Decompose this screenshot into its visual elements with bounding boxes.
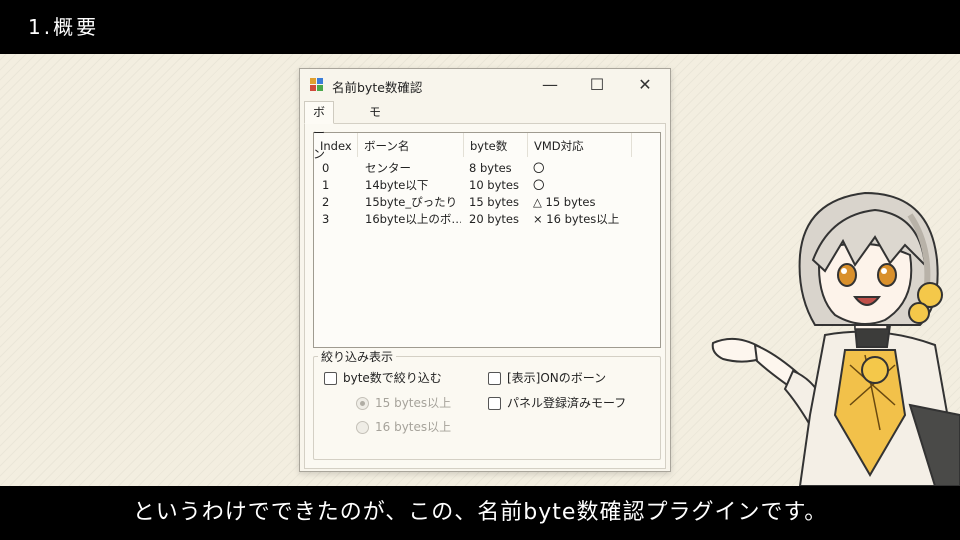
cell-name: 16byte以上のボ…: [365, 212, 461, 226]
cell-vmd: 〇: [533, 178, 545, 192]
byte-filter-label: byte数で絞り込む: [343, 371, 442, 385]
table-row[interactable]: 2 15byte_ぴったり 15 bytes △ 15 bytes: [314, 194, 660, 211]
window-title: 名前byte数確認: [332, 80, 423, 95]
slide-heading: 1.概要: [28, 15, 100, 39]
cell-vmd: 〇: [533, 161, 545, 175]
cell-name: 15byte_ぴったり: [365, 195, 458, 209]
cell-vmd: △ 15 bytes: [533, 195, 596, 209]
subtitle-text: というわけでできたのが、この、名前byte数確認プラグインです。: [132, 500, 828, 525]
app-window: 名前byte数確認 — ☐ ✕ ボーン モーフ Index ボーン名 byte数…: [299, 68, 671, 472]
panel-morphs-checkbox[interactable]: パネル登録済みモーフ: [488, 394, 638, 412]
checkbox-box[interactable]: [324, 372, 337, 385]
column-header-bytes[interactable]: byte数: [464, 133, 528, 157]
radio-16-label: 16 bytes以上: [375, 420, 452, 434]
panel-morphs-label: パネル登録済みモーフ: [507, 396, 627, 410]
table-row[interactable]: 3 16byte以上のボ… 20 bytes × 16 bytes以上: [314, 211, 660, 228]
radio-15-bytes[interactable]: 15 bytes以上: [356, 394, 476, 412]
cell-index: 1: [322, 178, 330, 192]
cell-name: センター: [365, 161, 411, 175]
cell-index: 0: [322, 161, 330, 175]
byte-filter-checkbox[interactable]: byte数で絞り込む: [324, 369, 464, 387]
list-header: Index ボーン名 byte数 VMD対応: [314, 133, 660, 157]
cell-bytes: 8 bytes: [469, 161, 512, 175]
radio-dot[interactable]: [356, 397, 369, 410]
visible-bones-checkbox[interactable]: [表示]ONのボーン: [488, 369, 638, 387]
radio-dot[interactable]: [356, 421, 369, 434]
radio-16-bytes[interactable]: 16 bytes以上: [356, 418, 476, 436]
visible-bones-label: [表示]ONのボーン: [507, 371, 607, 385]
checkbox-box[interactable]: [488, 397, 501, 410]
table-row[interactable]: 1 14byte以下 10 bytes 〇: [314, 177, 660, 194]
column-header-name[interactable]: ボーン名: [358, 133, 464, 157]
title-bar[interactable]: 名前byte数確認 — ☐ ✕: [300, 69, 670, 101]
close-button[interactable]: ✕: [625, 73, 665, 97]
tab-bones[interactable]: ボーン: [304, 101, 335, 161]
app-icon: [310, 78, 324, 92]
slide-heading-bar: 1.概要: [0, 0, 960, 54]
filter-group: 絞り込み表示 byte数で絞り込む 15 bytes以上 16 bytes以上 …: [313, 348, 661, 460]
minimize-button[interactable]: —: [530, 73, 570, 97]
checkbox-box[interactable]: [488, 372, 501, 385]
tab-panel-bones: Index ボーン名 byte数 VMD対応 0 センター 8 bytes 〇 …: [304, 123, 666, 469]
cell-bytes: 10 bytes: [469, 178, 519, 192]
filter-group-title: 絞り込み表示: [318, 348, 397, 365]
cell-index: 2: [322, 195, 330, 209]
tab-morphs[interactable]: モーフ: [360, 101, 390, 161]
subtitle-bar: というわけでできたのが、この、名前byte数確認プラグインです。: [0, 486, 960, 540]
radio-15-label: 15 bytes以上: [375, 396, 452, 410]
column-header-vmd[interactable]: VMD対応: [528, 133, 632, 157]
cell-vmd: × 16 bytes以上: [533, 212, 620, 226]
cell-bytes: 20 bytes: [469, 212, 519, 226]
cell-index: 3: [322, 212, 330, 226]
cell-name: 14byte以下: [365, 178, 429, 192]
table-row[interactable]: 0 センター 8 bytes 〇: [314, 160, 660, 177]
bone-list[interactable]: Index ボーン名 byte数 VMD対応 0 センター 8 bytes 〇 …: [313, 132, 661, 348]
cell-bytes: 15 bytes: [469, 195, 519, 209]
presenter-character-illustration: [711, 191, 960, 486]
maximize-button[interactable]: ☐: [577, 73, 617, 97]
